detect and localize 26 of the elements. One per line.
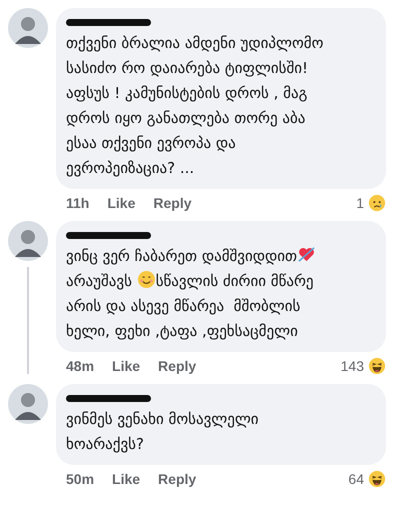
comment-text: ვინმეს ვენახი მოსავლელი ხოარაქვს?	[66, 409, 259, 455]
like-link[interactable]: Like	[107, 194, 136, 212]
comment-text: არაუშავს	[66, 272, 133, 290]
reply-link[interactable]: Reply	[153, 194, 192, 212]
reaction-count[interactable]: 64	[348, 470, 364, 488]
comment-time: 50m	[66, 470, 94, 488]
comment-text: ვინც ვერ ჩაბარეთ დამშვიდდით	[66, 247, 298, 265]
comment-text: თქვენი ბრალია ამდენი უდიპლომო სასიძო რო დაიარება ტიფლისში! აფსუს ! კამუნისტების დროს , მაგ დროს იყო განათლება თორე აბა ესაა თქვენი ევროპა და ევროპეიზაცია? ...	[66, 33, 324, 179]
comment-text: სწავლის ძირიი მწარე	[156, 272, 314, 290]
avatar[interactable]	[8, 384, 48, 424]
avatar[interactable]	[8, 8, 48, 48]
comment-time: 48m	[66, 358, 94, 374]
crying-face-icon[interactable]	[368, 194, 386, 212]
avatar[interactable]	[8, 221, 48, 261]
smile-icon	[136, 270, 156, 289]
reaction-count[interactable]: 143	[340, 358, 364, 374]
laughing-face-icon[interactable]	[368, 357, 386, 375]
comment-text: არის და ასევე მწარეა მშობლის ხელი, ფეხი ,ტაფა ,ფეხსაცმელი	[66, 296, 300, 342]
reply-link[interactable]: Reply	[158, 470, 196, 488]
reply-link[interactable]: Reply	[158, 358, 196, 374]
reaction-count[interactable]: 1	[356, 194, 364, 212]
like-link[interactable]: Like	[112, 358, 140, 374]
heart-icon	[297, 245, 316, 264]
laughing-face-icon[interactable]	[368, 470, 386, 488]
comment-time: 11h	[66, 194, 90, 212]
like-link[interactable]: Like	[112, 470, 140, 488]
